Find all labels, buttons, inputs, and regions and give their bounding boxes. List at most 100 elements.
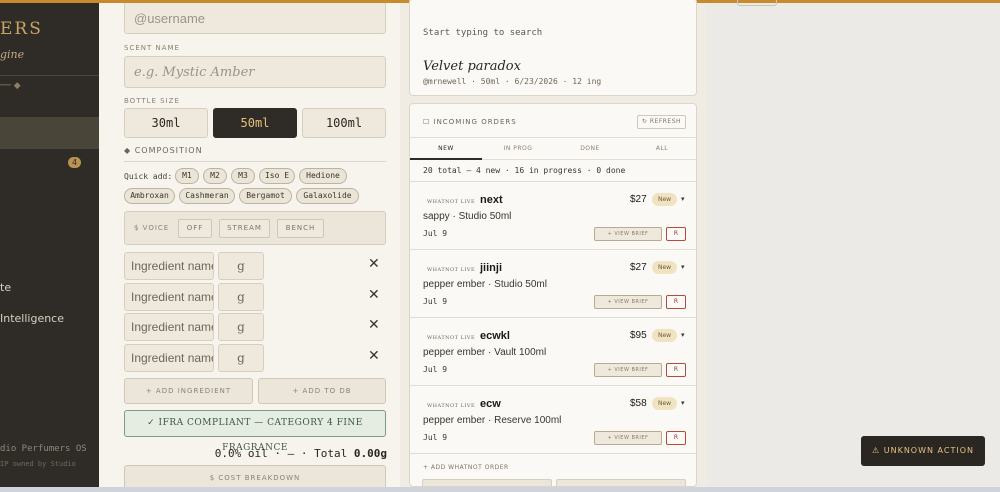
- quick-add-chip[interactable]: Cashmeran: [179, 188, 235, 204]
- incoming-orders-title: ☐ INCOMING ORDERS: [423, 118, 517, 126]
- tab-all[interactable]: ALL: [626, 138, 696, 160]
- order-date: Jul 9: [423, 365, 448, 374]
- quick-add-label: Quick add:: [124, 172, 173, 181]
- quick-add-chip[interactable]: M2: [203, 168, 227, 184]
- remove-ingredient-icon[interactable]: ✕: [368, 348, 380, 364]
- ingredient-name-input[interactable]: Ingredient name: [124, 252, 214, 280]
- ingredient-row: Ingredient name g ✕: [124, 252, 386, 280]
- size-50ml-button[interactable]: 50ml: [213, 108, 297, 138]
- quick-add-chip[interactable]: M1: [175, 168, 199, 184]
- username-input[interactable]: @username: [124, 3, 386, 34]
- status-badge: New: [652, 261, 677, 274]
- order-row[interactable]: WHATNOT LIVE jiinji $27 New ▾ pepper emb…: [410, 250, 696, 318]
- ingredient-name-input[interactable]: Ingredient name: [124, 313, 214, 341]
- incoming-orders-card: ☐ INCOMING ORDERS ↻ REFRESH NEW IN PROG …: [409, 103, 697, 487]
- voice-bench-button[interactable]: BENCH: [277, 219, 324, 238]
- tab-in-progress[interactable]: IN PROG: [482, 138, 554, 160]
- order-price: $27: [630, 194, 647, 205]
- voice-off-button[interactable]: OFF: [178, 219, 212, 238]
- ingredient-name-input[interactable]: Ingredient name: [124, 344, 214, 372]
- chevron-down-icon[interactable]: ▾: [681, 399, 685, 407]
- quick-add-chip[interactable]: Bergamot: [239, 188, 292, 204]
- sidebar-divider: [0, 75, 99, 76]
- composition-label: ◆ COMPOSITION: [124, 146, 203, 155]
- quick-add-chip[interactable]: Ambroxan: [124, 188, 175, 204]
- voice-stream-button[interactable]: STREAM: [219, 219, 270, 238]
- order-source: WHATNOT LIVE: [427, 267, 476, 273]
- ingredient-row: Ingredient name g ✕: [124, 313, 386, 341]
- order-r-button[interactable]: R: [666, 363, 686, 377]
- sidebar-item-intelligence[interactable]: Intelligence: [0, 312, 64, 325]
- status-badge: New: [652, 193, 677, 206]
- remove-ingredient-icon[interactable]: ✕: [368, 287, 380, 303]
- composition-divider: [124, 161, 386, 162]
- tab-new[interactable]: NEW: [410, 138, 482, 160]
- order-form-field[interactable]: [556, 479, 686, 486]
- recent-formula-title[interactable]: Velvet paradox: [423, 59, 521, 74]
- order-description: pepper ember · Studio 50ml: [423, 279, 547, 290]
- ingredient-row: Ingredient name g ✕: [124, 344, 386, 372]
- order-source: WHATNOT LIVE: [427, 403, 476, 409]
- add-to-db-button[interactable]: + ADD TO DB: [258, 378, 386, 404]
- size-100ml-button[interactable]: 100ml: [302, 108, 386, 138]
- order-user: jiinji: [480, 262, 502, 274]
- ingredient-grams-input[interactable]: g: [218, 344, 264, 372]
- sidebar-item-te[interactable]: te: [0, 281, 11, 294]
- order-row[interactable]: WHATNOT LIVE ecwkl $95 New ▾ pepper embe…: [410, 318, 696, 386]
- chevron-down-icon[interactable]: ▾: [681, 263, 685, 271]
- total-summary: 0.0% oil · — · Total: [214, 447, 354, 460]
- ingredient-grams-input[interactable]: g: [218, 313, 264, 341]
- quick-add-chip[interactable]: Hedione: [299, 168, 347, 184]
- view-brief-button[interactable]: + VIEW BRIEF: [594, 295, 662, 309]
- refresh-button[interactable]: ↻ REFRESH: [637, 115, 686, 129]
- unknown-action-toast[interactable]: ⚠ UNKNOWN ACTION: [861, 436, 985, 466]
- remove-ingredient-icon[interactable]: ✕: [368, 317, 380, 333]
- top-control[interactable]: [737, 0, 777, 6]
- order-r-button[interactable]: R: [666, 295, 686, 309]
- order-source: WHATNOT LIVE: [427, 335, 476, 341]
- add-ingredient-button[interactable]: + ADD INGREDIENT: [124, 378, 253, 404]
- order-price: $58: [630, 398, 647, 409]
- order-date: Jul 9: [423, 433, 448, 442]
- quick-add-chip[interactable]: Iso E: [259, 168, 295, 184]
- quick-add-chip[interactable]: Galaxolide: [296, 188, 359, 204]
- chevron-down-icon[interactable]: ▾: [681, 195, 685, 203]
- sidebar-footer-note: IP owned by Studio: [0, 460, 76, 468]
- status-badge: New: [652, 329, 677, 342]
- ingredient-grams-input[interactable]: g: [218, 283, 264, 311]
- ingredient-grams-input[interactable]: g: [218, 252, 264, 280]
- voice-label: $ VOICE: [134, 224, 170, 232]
- order-form-field[interactable]: [422, 479, 552, 486]
- add-whatnot-order-label[interactable]: + ADD WHATNOT ORDER: [423, 464, 509, 471]
- formula-total: 0.0% oil · — · Total 0.00g: [215, 447, 387, 460]
- order-row[interactable]: WHATNOT LIVE next $27 New ▾ sappy · Stud…: [410, 182, 696, 250]
- search-hint: Start typing to search: [423, 28, 543, 38]
- sidebar-ornament: ── ◆: [0, 81, 21, 91]
- order-r-button[interactable]: R: [666, 431, 686, 445]
- sidebar-item-active[interactable]: [0, 117, 99, 149]
- taskbar: [0, 487, 1000, 492]
- order-row[interactable]: WHATNOT LIVE ecw $58 New ▾ pepper ember …: [410, 386, 696, 454]
- order-price: $95: [630, 330, 647, 341]
- scent-name-input[interactable]: e.g. Mystic Amber: [124, 56, 386, 88]
- view-brief-button[interactable]: + VIEW BRIEF: [594, 431, 662, 445]
- order-date: Jul 9: [423, 229, 448, 238]
- sidebar-count-badge: 4: [68, 157, 81, 168]
- orders-column: Start typing to search Velvet paradox @m…: [400, 0, 707, 487]
- formula-form: @username SCENT NAME e.g. Mystic Amber B…: [99, 3, 400, 487]
- remove-ingredient-icon[interactable]: ✕: [368, 256, 380, 272]
- order-r-button[interactable]: R: [666, 227, 686, 241]
- cost-breakdown-button[interactable]: $ COST BREAKDOWN: [124, 465, 386, 487]
- sidebar-brand: ERS: [0, 19, 43, 39]
- orders-summary: 20 total — 4 new · 16 in progress · 0 do…: [423, 166, 626, 175]
- order-user: ecw: [480, 398, 501, 410]
- view-brief-button[interactable]: + VIEW BRIEF: [594, 363, 662, 377]
- bottle-size-label: BOTTLE SIZE: [124, 97, 180, 105]
- right-panel: ⚠ UNKNOWN ACTION: [707, 0, 1000, 487]
- view-brief-button[interactable]: + VIEW BRIEF: [594, 227, 662, 241]
- ingredient-name-input[interactable]: Ingredient name: [124, 283, 214, 311]
- quick-add-chip[interactable]: M3: [231, 168, 255, 184]
- size-30ml-button[interactable]: 30ml: [124, 108, 208, 138]
- chevron-down-icon[interactable]: ▾: [681, 331, 685, 339]
- tab-done[interactable]: DONE: [554, 138, 626, 160]
